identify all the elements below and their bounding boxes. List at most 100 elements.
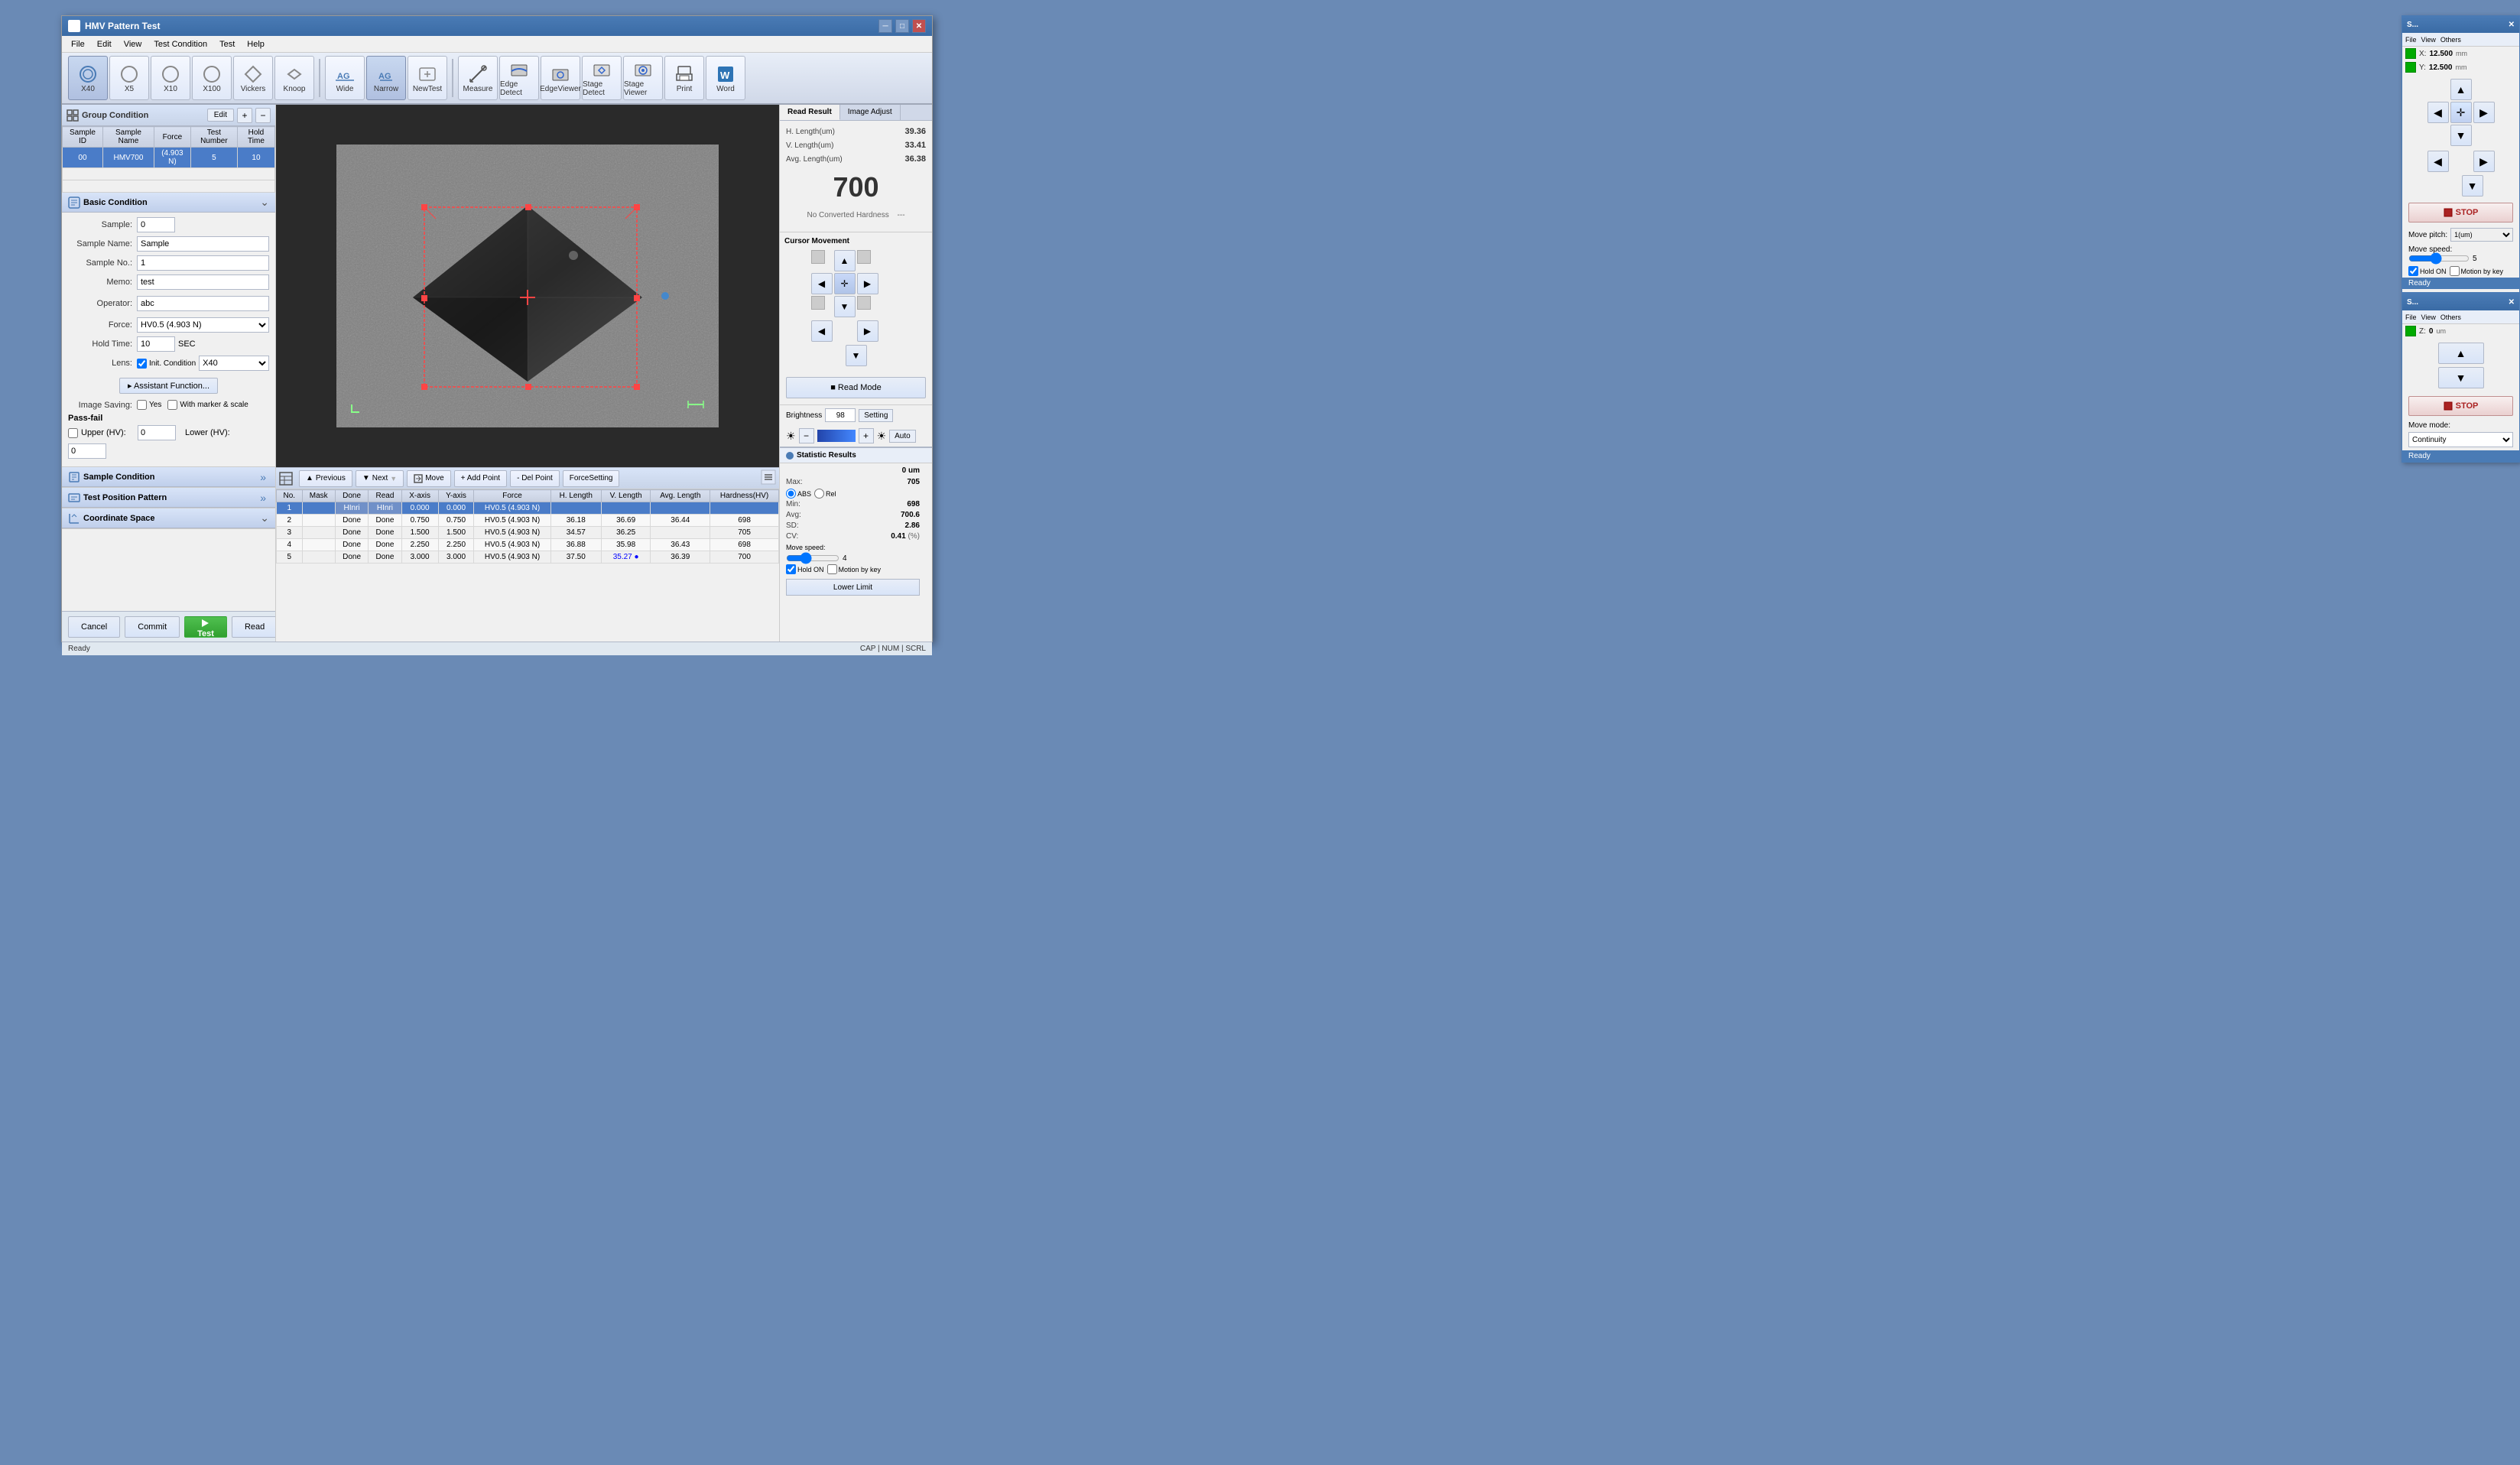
sample-condition-expand[interactable]: »: [257, 471, 269, 483]
menu-help[interactable]: Help: [241, 38, 271, 50]
assistant-function-button[interactable]: ▸ Assistant Function...: [119, 378, 218, 394]
nav-right[interactable]: ▶: [2473, 102, 2495, 123]
auto-button[interactable]: Auto: [889, 430, 916, 443]
mode-wide[interactable]: AG Wide: [325, 56, 365, 100]
brightness-minus[interactable]: −: [799, 428, 814, 443]
tool-stage-viewer[interactable]: Stage Viewer: [623, 56, 663, 100]
abs-radio[interactable]: [786, 489, 796, 499]
previous-button[interactable]: ▲ Previous: [299, 470, 352, 487]
table-options-icon[interactable]: [761, 469, 776, 487]
test-button[interactable]: Test: [184, 616, 227, 638]
rel-radio[interactable]: [814, 489, 824, 499]
maximize-button[interactable]: □: [895, 19, 909, 33]
brightness-input[interactable]: [825, 408, 856, 422]
hold-on-checkbox-stats[interactable]: [786, 564, 796, 574]
edit-button[interactable]: Edit: [207, 109, 234, 122]
memo-input[interactable]: [137, 274, 269, 290]
force-select[interactable]: HV0.5 (4.903 N): [137, 317, 269, 333]
tool-stage-detect[interactable]: Stage Detect: [582, 56, 622, 100]
xy-speed-slider[interactable]: [2408, 254, 2470, 263]
lens-x5[interactable]: X5: [109, 56, 149, 100]
brightness-setting-button[interactable]: Setting: [859, 409, 893, 422]
menu-file[interactable]: File: [65, 38, 91, 50]
menu-test-condition[interactable]: Test Condition: [148, 38, 213, 50]
del-point-button[interactable]: - Del Point: [510, 470, 560, 487]
z-up[interactable]: ▲: [2438, 343, 2484, 364]
lens-x10[interactable]: X10: [151, 56, 190, 100]
cursor-left2[interactable]: ◀: [811, 320, 833, 342]
xy-close-icon[interactable]: ✕: [2509, 21, 2515, 29]
add-group-button[interactable]: +: [237, 108, 252, 123]
with-marker-checkbox[interactable]: [167, 400, 177, 410]
cursor-right[interactable]: ▶: [857, 273, 878, 294]
mode-narrow[interactable]: AG Narrow: [366, 56, 406, 100]
tool-measure[interactable]: Measure: [458, 56, 498, 100]
coordinate-expand[interactable]: ⌄: [260, 512, 269, 525]
cursor-right2[interactable]: ▶: [857, 320, 878, 342]
speed-slider-stats[interactable]: [786, 554, 839, 563]
data-row-4[interactable]: 4 Done Done 2.250 2.250 HV0.5 (4.903 N) …: [277, 539, 779, 551]
z-down[interactable]: ▼: [2438, 367, 2484, 388]
xy-stop-button[interactable]: STOP: [2408, 203, 2513, 223]
xy-menu-others[interactable]: Others: [2440, 36, 2461, 44]
nav-up[interactable]: ▲: [2450, 79, 2472, 100]
move-pitch-select[interactable]: 1(um): [2450, 228, 2513, 242]
test-position-expand[interactable]: »: [257, 492, 269, 504]
xy-hold-on-checkbox[interactable]: [2408, 266, 2418, 276]
lens-init-checkbox[interactable]: [137, 359, 147, 369]
tool-edge-detect[interactable]: Edge Detect: [499, 56, 539, 100]
data-row-5[interactable]: 5 Done Done 3.000 3.000 HV0.5 (4.903 N) …: [277, 551, 779, 564]
data-row-3[interactable]: 3 Done Done 1.500 1.500 HV0.5 (4.903 N) …: [277, 527, 779, 539]
menu-test[interactable]: Test: [213, 38, 241, 50]
xy-motion-key-checkbox[interactable]: [2450, 266, 2460, 276]
move-button[interactable]: Move: [407, 470, 450, 487]
cursor-down2[interactable]: ▼: [846, 345, 867, 366]
minimize-button[interactable]: ─: [878, 19, 892, 33]
table-row[interactable]: [63, 180, 275, 193]
nav-down[interactable]: ▼: [2450, 125, 2472, 146]
mode-newtest[interactable]: NewTest: [408, 56, 447, 100]
xy-menu-file[interactable]: File: [2405, 36, 2417, 44]
nav-center[interactable]: ✛: [2450, 102, 2472, 123]
force-setting-button[interactable]: ForceSetting: [563, 470, 620, 487]
upper-input[interactable]: [138, 425, 176, 440]
sample-input[interactable]: [137, 217, 175, 232]
z-menu-view[interactable]: View: [2421, 313, 2436, 321]
cursor-down[interactable]: ▼: [834, 296, 856, 317]
read-mode-button[interactable]: ■ Read Mode: [786, 377, 926, 398]
menu-edit[interactable]: Edit: [91, 38, 118, 50]
basic-condition-expand[interactable]: ⌄: [260, 196, 269, 209]
read-button[interactable]: Read: [232, 616, 276, 638]
sample-name-input[interactable]: [137, 236, 269, 252]
image-yes-checkbox[interactable]: [137, 400, 147, 410]
commit-button[interactable]: Commit: [125, 616, 180, 638]
z-stop-button[interactable]: STOP: [2408, 396, 2513, 416]
lower-limit-button[interactable]: Lower Limit: [786, 579, 920, 596]
z-menu-others[interactable]: Others: [2440, 313, 2461, 321]
operator-input[interactable]: [137, 296, 269, 311]
add-point-button[interactable]: + Add Point: [454, 470, 507, 487]
lower-input[interactable]: [68, 443, 106, 459]
tool-print[interactable]: Print: [664, 56, 704, 100]
table-row[interactable]: 00 HMV700 (4.903 N) 5 10: [63, 148, 275, 168]
menu-view[interactable]: View: [118, 38, 148, 50]
cursor-up[interactable]: ▲: [834, 250, 856, 271]
brightness-plus[interactable]: +: [859, 428, 874, 443]
next-button[interactable]: ▼ Next ▼: [356, 470, 404, 487]
nav-left[interactable]: ◀: [2427, 102, 2449, 123]
lens-vickers[interactable]: Vickers: [233, 56, 273, 100]
hold-time-input[interactable]: [137, 336, 175, 352]
basic-condition-header[interactable]: Basic Condition ⌄: [62, 193, 275, 213]
remove-group-button[interactable]: −: [255, 108, 271, 123]
upper-checkbox[interactable]: [68, 428, 78, 438]
xy-menu-view[interactable]: View: [2421, 36, 2436, 44]
cursor-center[interactable]: ✛: [834, 273, 856, 294]
lens-x100[interactable]: X100: [192, 56, 232, 100]
table-row[interactable]: [63, 168, 275, 180]
lens-knoop[interactable]: Knoop: [274, 56, 314, 100]
nav-right2[interactable]: ▶: [2473, 151, 2495, 172]
nav-down2[interactable]: ▼: [2462, 175, 2483, 197]
motion-key-checkbox-stats[interactable]: [827, 564, 837, 574]
continuity-select[interactable]: Continuity: [2408, 432, 2513, 447]
tool-word[interactable]: W Word: [706, 56, 745, 100]
